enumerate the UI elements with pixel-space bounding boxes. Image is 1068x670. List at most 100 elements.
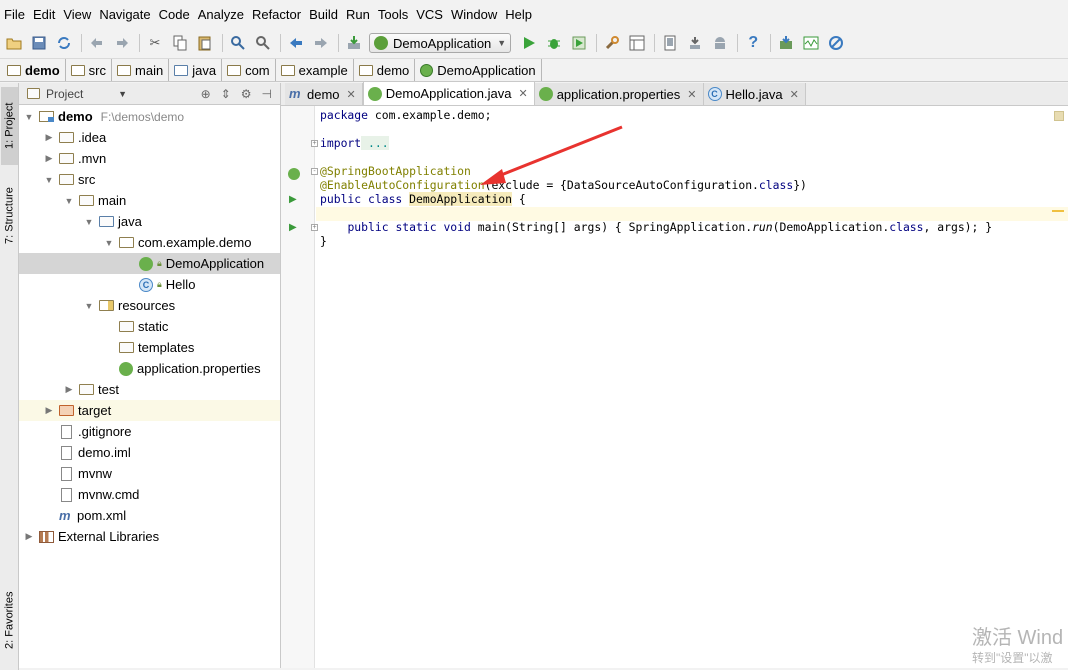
run-gutter-icon[interactable]: ▶: [289, 194, 297, 205]
save-icon[interactable]: [29, 33, 49, 53]
tree-item-external-libraries[interactable]: ▶ External Libraries: [19, 526, 280, 547]
tree-item-gitignore[interactable]: .gitignore: [19, 421, 280, 442]
project-view-selector[interactable]: Project ▼: [27, 87, 127, 101]
undo-icon[interactable]: [87, 33, 107, 53]
close-icon[interactable]: ✕: [347, 88, 356, 101]
tree-item-idea[interactable]: ▶ .idea: [19, 127, 280, 148]
tree-item-test[interactable]: ▶ test: [19, 379, 280, 400]
settings-wrench-icon[interactable]: [602, 33, 622, 53]
run-icon[interactable]: [519, 33, 539, 53]
run-configuration-select[interactable]: DemoApplication ▼: [369, 33, 512, 53]
folded-imports[interactable]: ...: [361, 136, 389, 150]
find-icon[interactable]: [228, 33, 248, 53]
tree-item-hello[interactable]: C 🔒︎ Hello: [19, 274, 280, 295]
close-icon[interactable]: ✕: [518, 87, 527, 100]
tree-item-demo-application[interactable]: 🔒︎ DemoApplication: [19, 253, 280, 274]
expanded-arrow-icon[interactable]: ▼: [83, 217, 95, 227]
menu-build[interactable]: Build: [307, 0, 344, 30]
replace-icon[interactable]: [253, 33, 273, 53]
close-icon[interactable]: ✕: [790, 88, 799, 101]
tab-demo-application[interactable]: DemoApplication.java ✕: [362, 82, 535, 105]
fold-icon[interactable]: +: [311, 224, 318, 231]
tree-item-target[interactable]: ▶ target: [19, 400, 280, 421]
tree-item-package[interactable]: ▼ com.example.demo: [19, 232, 280, 253]
tree-item-application-properties[interactable]: application.properties: [19, 358, 280, 379]
menu-file[interactable]: File: [2, 0, 31, 30]
menu-run[interactable]: Run: [344, 0, 376, 30]
collapsed-arrow-icon[interactable]: ▶: [43, 132, 55, 143]
redo-icon[interactable]: [112, 33, 132, 53]
collapsed-arrow-icon[interactable]: ▶: [43, 405, 55, 416]
gear-icon[interactable]: ⚙: [241, 87, 252, 101]
cut-icon[interactable]: ✂: [145, 33, 165, 53]
menu-edit[interactable]: Edit: [31, 0, 61, 30]
open-folder-icon[interactable]: [4, 33, 24, 53]
fold-icon[interactable]: +: [311, 140, 318, 147]
breadcrumb-example[interactable]: example: [278, 59, 354, 81]
avd-manager-icon[interactable]: [660, 33, 680, 53]
code-content[interactable]: package com.example.demo; import ... @Sp…: [320, 108, 992, 248]
no-entry-icon[interactable]: [826, 33, 846, 53]
menu-tools[interactable]: Tools: [376, 0, 414, 30]
tree-item-static[interactable]: static: [19, 316, 280, 337]
paste-icon[interactable]: [195, 33, 215, 53]
error-stripe-mark[interactable]: [1052, 210, 1064, 212]
menu-code[interactable]: Code: [157, 0, 196, 30]
tree-item-mvn[interactable]: ▶ .mvn: [19, 148, 280, 169]
menu-navigate[interactable]: Navigate: [97, 0, 156, 30]
menu-window[interactable]: Window: [449, 0, 503, 30]
breadcrumb-src[interactable]: src: [68, 59, 113, 81]
breadcrumb-demo-module[interactable]: demo: [4, 59, 66, 81]
tree-item-java[interactable]: ▼ java: [19, 211, 280, 232]
forward-icon[interactable]: [311, 33, 331, 53]
collapsed-arrow-icon[interactable]: ▶: [43, 153, 55, 164]
hide-panel-icon[interactable]: ⊣: [262, 87, 272, 101]
tree-item-src[interactable]: ▼ src: [19, 169, 280, 190]
debug-icon[interactable]: [544, 33, 564, 53]
menu-analyze[interactable]: Analyze: [196, 0, 250, 30]
tree-item-mvnw[interactable]: mvnw: [19, 463, 280, 484]
breadcrumb-demo-application[interactable]: DemoApplication: [417, 59, 542, 81]
expanded-arrow-icon[interactable]: ▼: [103, 238, 115, 248]
breadcrumb-java[interactable]: java: [171, 59, 223, 81]
tab-demo[interactable]: m demo ✕: [285, 83, 363, 105]
tab-application-properties[interactable]: application.properties ✕: [534, 83, 704, 105]
tree-item-templates[interactable]: templates: [19, 337, 280, 358]
sync-icon[interactable]: [54, 33, 74, 53]
copy-icon[interactable]: [170, 33, 190, 53]
collapsed-arrow-icon[interactable]: ▶: [63, 384, 75, 395]
expanded-arrow-icon[interactable]: ▼: [83, 301, 95, 311]
make-project-icon[interactable]: [344, 33, 364, 53]
expanded-arrow-icon[interactable]: ▼: [43, 175, 55, 185]
tree-item-resources[interactable]: ▼ resources: [19, 295, 280, 316]
spring-bean-gutter-icon[interactable]: [288, 168, 300, 180]
inspection-status-icon[interactable]: [1054, 111, 1064, 121]
close-icon[interactable]: ✕: [687, 88, 696, 101]
favorites-tool-tab[interactable]: 2: Favorites: [1, 575, 18, 665]
menu-vcs[interactable]: VCS: [414, 0, 449, 30]
menu-help[interactable]: Help: [503, 0, 538, 30]
breadcrumb-main[interactable]: main: [114, 59, 170, 81]
back-icon[interactable]: [286, 33, 306, 53]
structure-tool-tab[interactable]: 7: Structure: [1, 173, 18, 259]
run-with-coverage-icon[interactable]: [569, 33, 589, 53]
locate-icon[interactable]: ⊕: [201, 87, 211, 101]
tree-item-demo[interactable]: ▼ demo F:\demos\demo: [19, 106, 280, 127]
sdk-manager-icon[interactable]: [685, 33, 705, 53]
android-icon[interactable]: [710, 33, 730, 53]
help-icon[interactable]: ?: [743, 33, 763, 53]
tab-hello[interactable]: C Hello.java ✕: [703, 83, 806, 105]
project-tool-tab[interactable]: 1: Project: [1, 87, 18, 165]
tree-item-demo-iml[interactable]: demo.iml: [19, 442, 280, 463]
tree-item-main[interactable]: ▼ main: [19, 190, 280, 211]
activity-monitor-icon[interactable]: [801, 33, 821, 53]
breadcrumb-com[interactable]: com: [224, 59, 276, 81]
expanded-arrow-icon[interactable]: ▼: [63, 196, 75, 206]
run-gutter-icon[interactable]: ▶: [289, 222, 297, 233]
update-project-icon[interactable]: [776, 33, 796, 53]
tree-item-pom[interactable]: m pom.xml: [19, 505, 280, 526]
menu-refactor[interactable]: Refactor: [250, 0, 307, 30]
tree-item-mvnw-cmd[interactable]: mvnw.cmd: [19, 484, 280, 505]
project-structure-icon[interactable]: [627, 33, 647, 53]
fold-icon[interactable]: -: [311, 168, 318, 175]
